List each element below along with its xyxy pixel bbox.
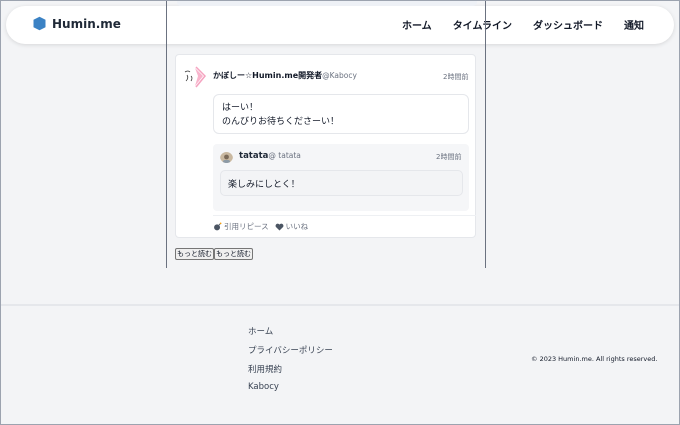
bomb-icon bbox=[214, 222, 222, 231]
load-more-buttons: もっと読む もっと読む bbox=[175, 248, 253, 260]
post-author-avatar[interactable] bbox=[181, 64, 207, 90]
like-label: いいね bbox=[285, 222, 309, 231]
post-body-line-1: はーい！ bbox=[222, 103, 259, 113]
quoted-author-avatar[interactable] bbox=[220, 150, 233, 163]
quoted-author-handle: @ tatata bbox=[268, 151, 301, 160]
quoted-post-body: 楽しみにしとく！ bbox=[220, 170, 463, 196]
quote-repost-label: 引用リピース bbox=[224, 222, 269, 231]
nav-dashboard[interactable]: ダッシュボード bbox=[533, 17, 603, 32]
footer-links: ホーム プライバシーポリシー 利用規約 Kabocy bbox=[248, 325, 333, 401]
post-author-line: かぼしー☆Humin.me開発者@Kabocy bbox=[213, 70, 357, 81]
logo-text: Humin.me bbox=[52, 16, 121, 31]
post-actions: 引用リピース いいね bbox=[213, 221, 314, 232]
quote-repost-button[interactable]: 引用リピース bbox=[213, 221, 269, 232]
logo-icon bbox=[33, 16, 46, 31]
post-body: はーい！ のんびりお待ちくださーい！ bbox=[213, 94, 469, 134]
footer-divider bbox=[1, 304, 679, 306]
load-more-button[interactable]: もっと読む bbox=[175, 248, 214, 260]
post-author-name[interactable]: かぼしー☆Humin.me開発者 bbox=[213, 71, 322, 80]
nav-notifications[interactable]: 通知 bbox=[624, 17, 644, 32]
heart-icon bbox=[275, 223, 284, 231]
post-timestamp: 2時間前 bbox=[443, 73, 469, 81]
footer-link-terms[interactable]: 利用規約 bbox=[248, 363, 333, 382]
load-more-button-2[interactable]: もっと読む bbox=[214, 248, 253, 260]
like-button[interactable]: いいね bbox=[275, 221, 309, 232]
footer-link-privacy[interactable]: プライバシーポリシー bbox=[248, 344, 333, 363]
quoted-timestamp: 2時間前 bbox=[436, 153, 462, 161]
post-author-handle: @Kabocy bbox=[322, 71, 357, 80]
site-logo[interactable]: Humin.me bbox=[32, 16, 121, 31]
quoted-author-line: tatata@ tatata bbox=[239, 151, 301, 161]
quoted-author-name[interactable]: tatata bbox=[239, 151, 268, 161]
actions-divider bbox=[213, 215, 476, 216]
previous-post-edge bbox=[177, 0, 477, 6]
copyright-text: © 2023 Humin.me. All rights reserved. bbox=[531, 355, 658, 363]
post-body-line-2: のんびりお待ちくださーい！ bbox=[222, 117, 340, 127]
footer-link-home[interactable]: ホーム bbox=[248, 325, 333, 344]
footer-link-kabocy[interactable]: Kabocy bbox=[248, 382, 333, 401]
